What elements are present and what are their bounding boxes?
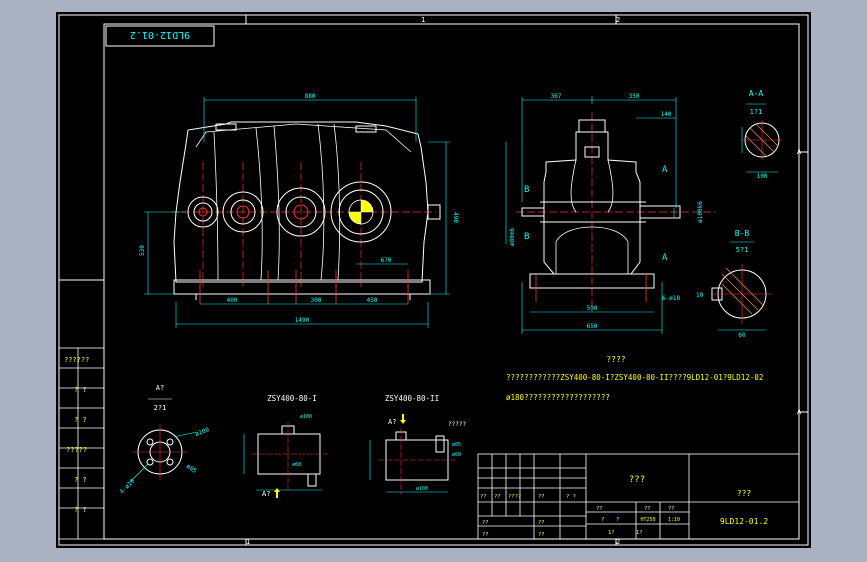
view-2-title: ZSY400-80-II: [385, 394, 439, 403]
view-a-top: A: [662, 165, 668, 175]
view-1-dim-top: ø100: [300, 414, 312, 420]
left-table-row-3: ? ?: [74, 416, 87, 424]
dim-span-3: 450: [367, 297, 378, 304]
dim-height: 490: [452, 212, 459, 223]
view-b-top: B: [524, 185, 529, 195]
section-b-b: [710, 264, 772, 331]
side-dim-left-shaft: ø80m6: [509, 228, 516, 246]
dim-base-total: 1490: [295, 317, 310, 324]
view-2-dim-3: ø100: [416, 486, 428, 492]
title-company: ???: [737, 489, 752, 498]
title-part-name: ???: [629, 475, 645, 485]
tb-cell-3: ????: [508, 494, 521, 500]
left-table-row-5: ? ?: [74, 476, 87, 484]
left-table-row-6: ? ?: [74, 506, 87, 514]
section-a-a-label: A-A: [749, 89, 764, 98]
title-material: HT250: [640, 517, 655, 523]
tb-cell-13: ??: [482, 532, 489, 538]
tb-cell-1: ??: [480, 494, 487, 500]
tb-cell-12: ??: [538, 520, 545, 526]
view-1-arrow-label: A?: [262, 490, 270, 498]
tb-cell-11: ??: [482, 520, 489, 526]
view-1-dim-mid: ø60: [292, 462, 301, 468]
tb-cell-10: ?: [616, 517, 619, 523]
section-b-b-side: 10: [696, 292, 704, 299]
view-2-drawing: [369, 428, 456, 494]
top-zone-2: 2: [616, 16, 620, 24]
tb-cell-8: ??: [668, 506, 675, 512]
cad-viewport[interactable]: 1 2 1 2 A A 9LD12-01.2 880 490 530 400 3…: [56, 12, 811, 548]
tb-cell-7: ??: [644, 506, 651, 512]
side-dim-total: 650: [587, 323, 598, 330]
section-a-a: [741, 120, 782, 173]
dim-top-span: 880: [305, 93, 316, 100]
side-dim-base: 590: [587, 305, 598, 312]
section-b-b-scale: 5?1: [736, 246, 749, 254]
view-2-arrow-label: A?: [388, 418, 396, 426]
outer-border: [58, 14, 809, 546]
tb-cell-16: 1?: [636, 530, 643, 536]
drawing-sheet: 1 2 1 2 A A 9LD12-01.2 880 490 530 400 3…: [58, 14, 809, 546]
left-table-row-1: ??????: [64, 356, 89, 364]
title-drawing-no: 9LD12-01.2: [720, 517, 768, 526]
side-view: [516, 112, 716, 312]
side-dim-keyway: 6-ø18: [662, 295, 680, 302]
flange-dim-3: 4-ø18: [118, 477, 136, 495]
side-dim-right: 350: [629, 93, 640, 100]
zone-ticks: [59, 15, 808, 545]
section-b-b-label: B-B: [735, 229, 750, 238]
left-table-row-2: ? ?: [74, 386, 87, 394]
title-scale: 1:10: [668, 517, 680, 523]
view-a-scale: 2?1: [154, 404, 167, 412]
tb-cell-15: 1?: [608, 530, 615, 536]
front-view: [171, 121, 441, 304]
dim-center-height: 530: [139, 245, 146, 256]
tb-cell-4: ??: [538, 494, 545, 500]
front-dimensions: [144, 97, 450, 328]
dim-span-1: 400: [227, 297, 238, 304]
side-dim-left: 367: [551, 93, 562, 100]
tb-cell-5: ? ?: [566, 494, 576, 500]
section-a-a-scale: 1?1: [750, 108, 763, 116]
view-b-bottom: B: [524, 232, 529, 242]
flange-dim-2: ø85: [185, 463, 198, 475]
dim-span-2: 300: [311, 297, 322, 304]
tb-cell-6: ??: [596, 506, 603, 512]
drawing-number-rotated: 9LD12-01.2: [130, 29, 190, 40]
view-2-dim-1: ø85: [452, 442, 461, 448]
tech-requirements-title: ????: [606, 355, 625, 364]
left-table-row-4: ?????: [66, 446, 87, 454]
view-1-title: ZSY400-80-I: [267, 394, 317, 403]
side-dim-shaft: 140: [661, 111, 672, 118]
tech-requirement-1: ????????????ZSY400-80-I?ZSY400-80-II????…: [506, 373, 763, 382]
view-2-dim-2: ø60: [452, 452, 461, 458]
flange-dim-1: ø100: [194, 426, 210, 438]
top-zone-1: 1: [421, 16, 425, 24]
flange-view: [129, 424, 197, 483]
tb-cell-2: ??: [494, 494, 501, 500]
side-dim-small-shaft: ø100k6: [697, 201, 704, 223]
view-a-bottom: A: [662, 253, 668, 263]
tb-cell-9: ?: [601, 517, 604, 523]
view-2-note: ?????: [448, 421, 466, 428]
section-a-a-dim: 100: [757, 173, 768, 180]
tech-requirement-2: ø180???????????????????: [506, 393, 610, 402]
dim-center-label: 670: [381, 257, 392, 264]
section-b-b-dim: 60: [738, 332, 746, 339]
tb-cell-14: ??: [538, 532, 545, 538]
bottom-zone-1: 1: [246, 538, 250, 546]
view-a-label: A?: [156, 384, 164, 392]
view-1-drawing: [243, 422, 328, 491]
